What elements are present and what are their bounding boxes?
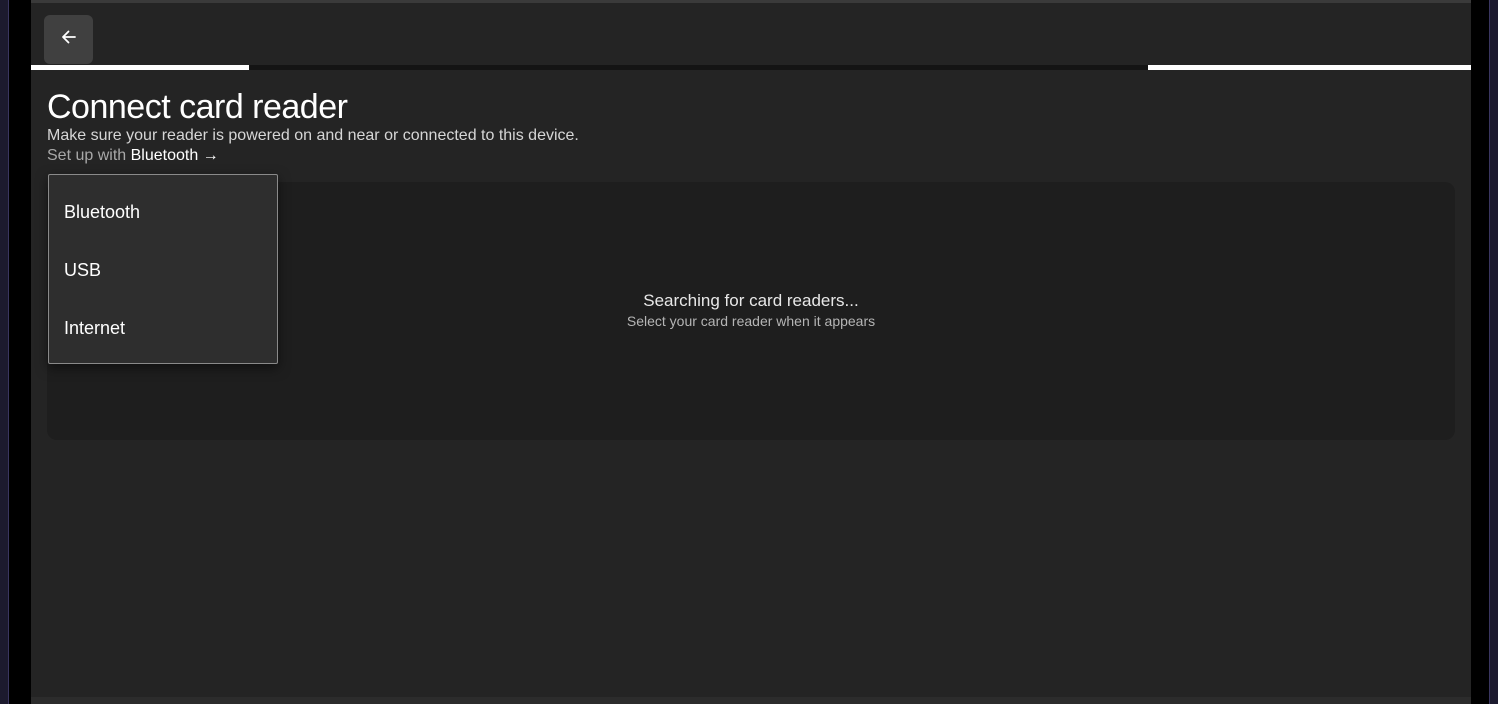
top-bar [31,0,1471,66]
connection-type-menu: Bluetooth USB Internet [48,174,278,364]
page-subtitle: Make sure your reader is powered on and … [47,127,579,144]
menu-item-bluetooth[interactable]: Bluetooth [64,202,140,223]
back-button[interactable] [44,15,93,64]
setup-line: Set up with Bluetooth → [47,147,219,165]
menu-item-usb[interactable]: USB [64,260,101,281]
bottom-bar [31,697,1471,704]
window-edge-right [1489,0,1498,704]
progress-segment [1148,65,1471,70]
setup-bluetooth-link[interactable]: Bluetooth → [131,147,219,164]
window-edge-left [0,0,9,704]
step-progress-bar [31,65,1471,70]
app-window: Connect card reader Make sure your reade… [31,0,1471,697]
setup-prefix: Set up with [47,147,127,164]
menu-item-internet[interactable]: Internet [64,318,125,339]
screen: Connect card reader Make sure your reade… [0,0,1498,704]
page-title: Connect card reader [47,88,348,126]
progress-segment [31,65,249,70]
arrow-left-icon [59,27,79,52]
